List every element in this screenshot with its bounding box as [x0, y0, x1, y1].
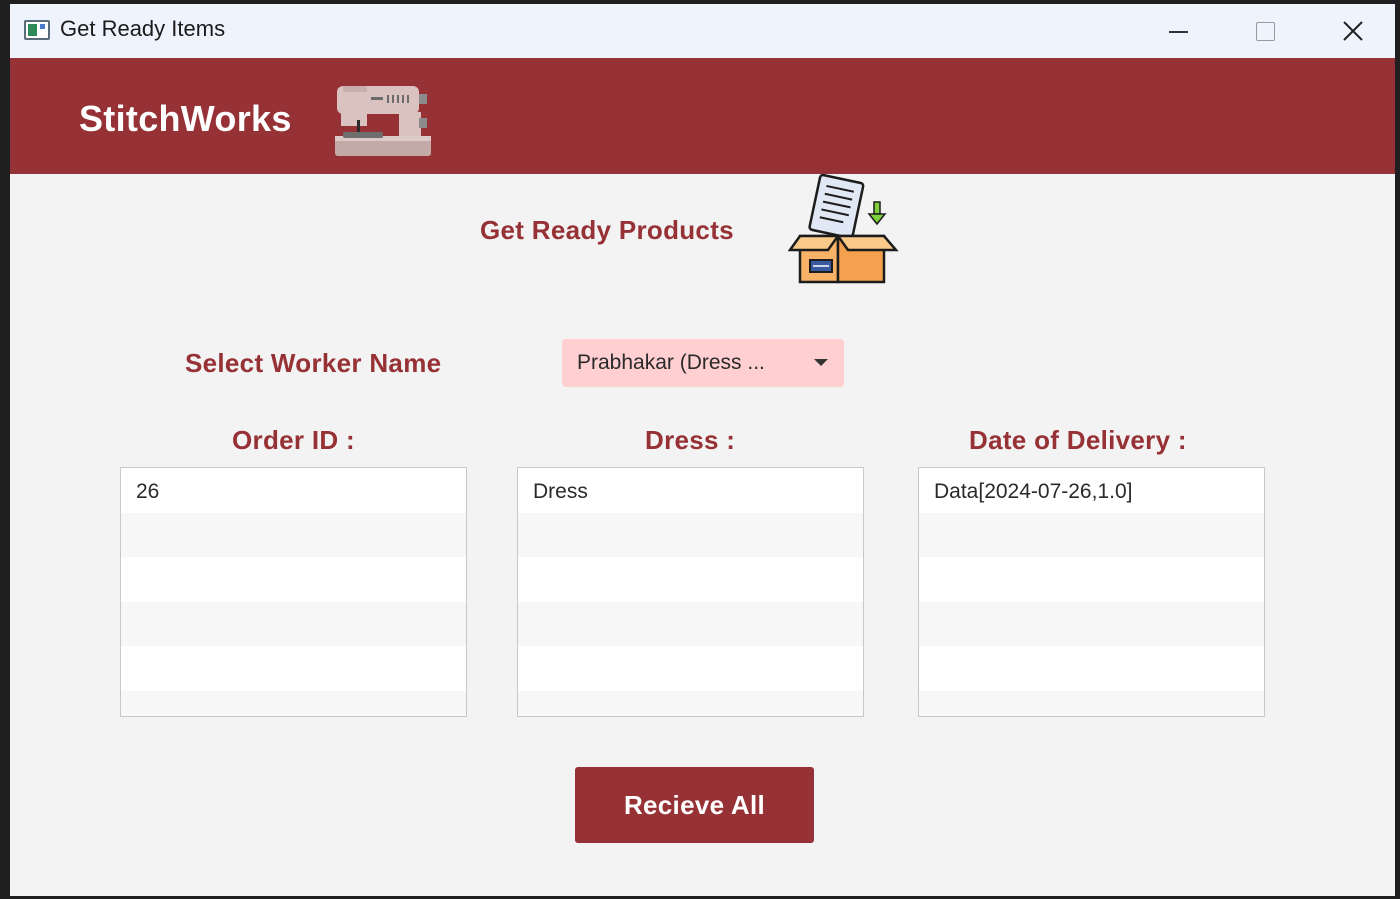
sewing-machine-icon [335, 86, 431, 156]
list-item[interactable] [518, 512, 863, 557]
dress-list[interactable]: Dress [517, 467, 864, 717]
list-item[interactable] [919, 646, 1264, 691]
list-item[interactable] [919, 601, 1264, 646]
list-item[interactable] [919, 512, 1264, 557]
worker-select[interactable]: Prabhakar (Dress ... [562, 339, 844, 387]
minimize-button[interactable] [1143, 4, 1213, 58]
list-item[interactable] [121, 601, 466, 646]
app-window: Get Ready Items StitchWorks Get Ready Pr… [10, 4, 1395, 896]
list-item[interactable] [518, 690, 863, 716]
app-window-icon [24, 20, 50, 40]
receive-all-button[interactable]: Recieve All [575, 767, 814, 843]
title-bar: Get Ready Items [10, 4, 1395, 58]
worker-label: Select Worker Name [185, 348, 442, 378]
list-item[interactable]: Dress [518, 468, 863, 513]
page-title: Get Ready Products [480, 215, 734, 245]
maximize-button[interactable] [1230, 4, 1300, 58]
list-item[interactable] [121, 690, 466, 716]
brand-name: StitchWorks [79, 98, 292, 139]
delivery-date-label: Date of Delivery : [969, 425, 1187, 455]
list-item[interactable] [121, 557, 466, 602]
worker-select-value: Prabhakar (Dress ... [577, 351, 765, 374]
window-title: Get Ready Items [60, 16, 226, 41]
order-id-label: Order ID : [232, 425, 355, 455]
list-item[interactable] [919, 557, 1264, 602]
list-item[interactable] [518, 646, 863, 691]
list-item[interactable] [518, 557, 863, 602]
close-button[interactable] [1318, 4, 1388, 58]
list-item[interactable] [518, 601, 863, 646]
package-checklist-icon [788, 174, 899, 284]
delivery-date-list[interactable]: Data[2024-07-26,1.0] [918, 467, 1265, 717]
list-item[interactable] [121, 646, 466, 691]
list-item[interactable] [121, 512, 466, 557]
brand-header: StitchWorks [10, 58, 1395, 174]
dress-label: Dress : [645, 425, 736, 455]
list-item[interactable]: Data[2024-07-26,1.0] [919, 468, 1264, 513]
order-id-list[interactable]: 26 [120, 467, 467, 717]
list-item[interactable]: 26 [121, 468, 466, 513]
list-item[interactable] [919, 690, 1264, 716]
caret-down-icon[interactable] [814, 359, 828, 366]
close-icon [1343, 21, 1363, 41]
